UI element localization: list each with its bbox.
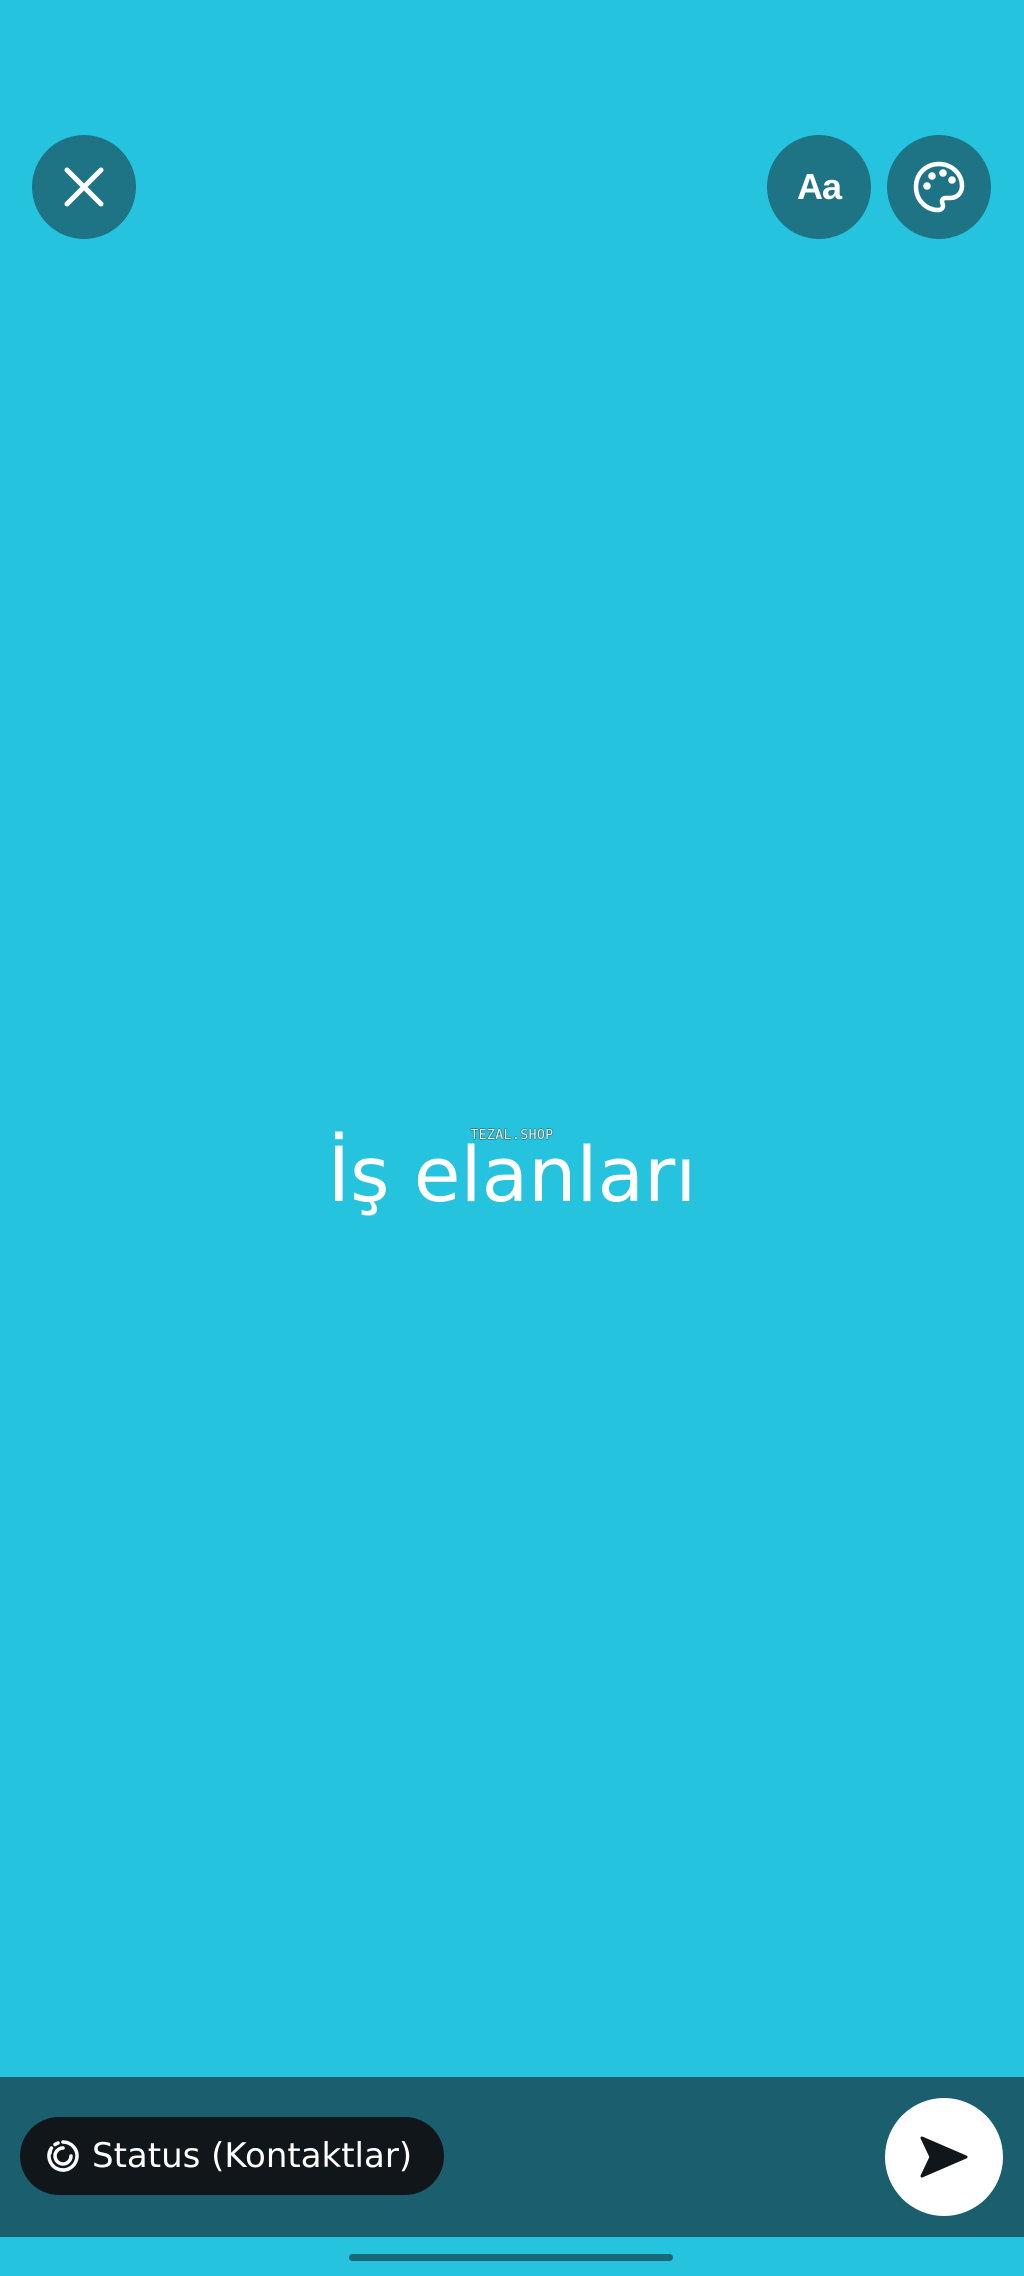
home-indicator[interactable] <box>349 2254 673 2261</box>
bottom-bar: Status (Kontaktlar) <box>0 2077 1024 2237</box>
audience-selector[interactable]: Status (Kontaktlar) <box>20 2117 445 2195</box>
watermark-text: TEZAL.SHOP <box>470 1128 554 1143</box>
palette-icon <box>913 161 965 213</box>
send-icon <box>920 2136 968 2178</box>
status-composer-canvas[interactable]: Aa İş elanları TEZAL.SHOP <box>0 0 1024 2077</box>
font-style-label: Aa <box>796 166 842 207</box>
system-navigation-area <box>0 2237 1024 2276</box>
close-button[interactable] <box>32 135 136 239</box>
font-style-button[interactable]: Aa <box>767 135 871 239</box>
audience-label: Status (Kontaktlar) <box>92 2136 413 2176</box>
status-ring-icon <box>47 2140 79 2172</box>
send-button[interactable] <box>885 2098 1003 2216</box>
background-color-button[interactable] <box>887 135 991 239</box>
close-icon <box>64 167 104 207</box>
